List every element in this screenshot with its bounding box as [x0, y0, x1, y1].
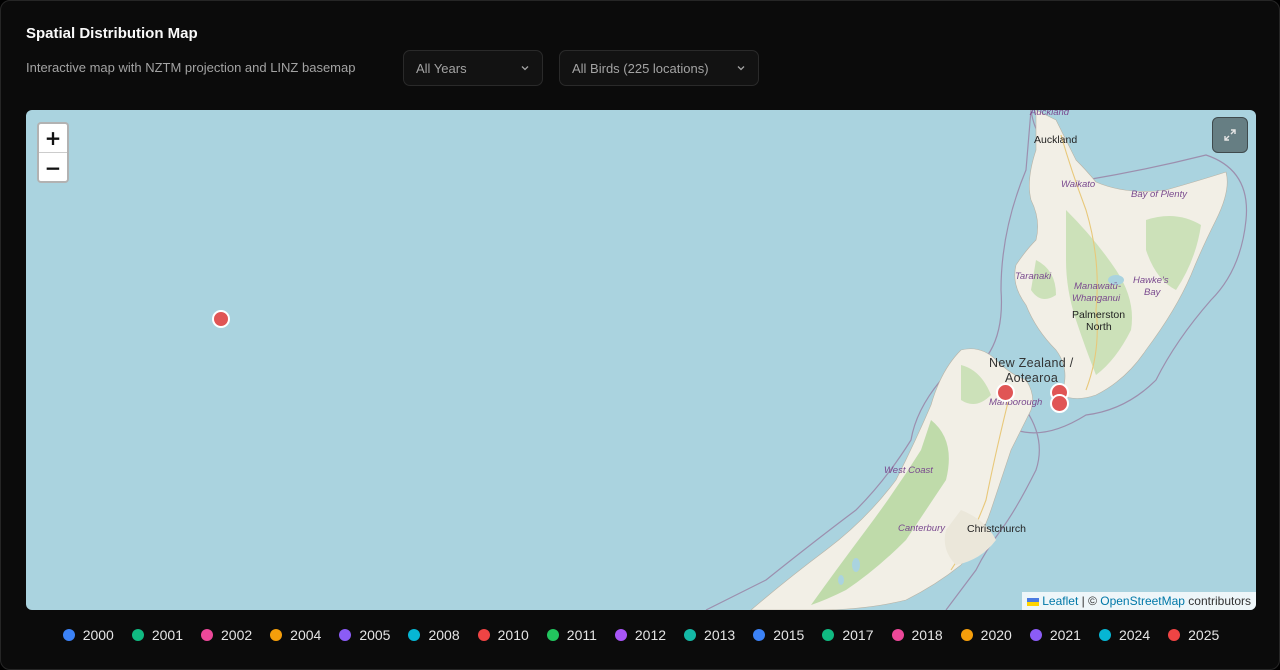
legend-dot: [684, 629, 697, 641]
legend-dot: [1098, 629, 1111, 641]
map-label-manawatu-1: Manawatū-: [1074, 281, 1121, 292]
map-label-waikato: Waikato: [1061, 179, 1096, 190]
legend-label: 2013: [704, 627, 736, 643]
observation-point[interactable]: [996, 383, 1015, 402]
legend-dot: [408, 629, 421, 641]
legend-label: 2017: [842, 627, 874, 643]
map-label-hawkes-bay-2: Bay: [1144, 287, 1161, 298]
legend-dot: [201, 629, 213, 641]
legend-dot: [1168, 629, 1181, 641]
legend-dot: [753, 629, 766, 641]
legend-label: 2010: [497, 627, 529, 643]
openstreetmap-link[interactable]: OpenStreetMap: [1100, 594, 1185, 608]
legend-item: 2020: [960, 627, 1012, 643]
legend-label: 2001: [151, 627, 183, 643]
fullscreen-button[interactable]: [1212, 117, 1248, 153]
legend-item: 2013: [684, 627, 735, 643]
legend-item: 2015: [753, 627, 804, 643]
page-title: Spatial Distribution Map: [26, 25, 198, 42]
attribution-contributors: contributors: [1184, 594, 1251, 608]
legend-label: 2020: [980, 627, 1012, 643]
legend-item: 2021: [1029, 627, 1081, 643]
legend-dot: [822, 629, 835, 641]
legend-item: 2010: [477, 627, 529, 643]
legend-dot: [270, 629, 283, 641]
map-label-marlborough: Marlborough: [989, 397, 1043, 408]
zoom-control: + −: [37, 122, 69, 183]
legend-dot: [339, 629, 352, 641]
legend-label: 2002: [221, 627, 253, 643]
ukraine-flag-icon: [1027, 598, 1040, 606]
map-label-taranaki: Taranaki: [1015, 271, 1052, 282]
legend-dot: [62, 629, 75, 641]
legend-label: 2005: [359, 627, 391, 643]
map-label-palmerston-north-1: Palmerston: [1072, 309, 1126, 321]
legend-dot: [131, 629, 144, 641]
legend-dot: [477, 629, 490, 641]
map-label-palmerston-north-2: North: [1086, 321, 1112, 333]
legend-label: 2015: [773, 627, 805, 643]
year-filter-value: All Years: [416, 60, 467, 76]
map-label-hawkes-bay-1: Hawke's: [1133, 275, 1169, 286]
map-subtitle: Interactive map with NZTM projection and…: [26, 60, 356, 75]
map-label-nz-1: New Zealand /: [989, 356, 1074, 370]
legend-item: 2025: [1168, 627, 1219, 643]
legend-item: 2000: [62, 627, 114, 643]
legend-item: 2017: [822, 627, 874, 643]
map-label-auckland-region: Auckland: [1030, 110, 1070, 118]
legend-item: 2012: [614, 627, 667, 643]
legend-item: 2008: [408, 627, 460, 643]
chevron-down-icon: [737, 66, 745, 71]
legend-item: 2018: [891, 627, 943, 643]
year-filter-select[interactable]: All Years: [403, 50, 543, 86]
legend-label: 2011: [566, 627, 597, 643]
legend-label: 2018: [911, 627, 943, 643]
expand-icon: [1224, 129, 1236, 141]
map-label-nz-2: Aotearoa: [1005, 371, 1059, 385]
legend-label: 2000: [82, 627, 114, 643]
legend-item: 2005: [339, 627, 390, 643]
legend-item: 2002: [201, 627, 252, 643]
legend-dot: [960, 629, 973, 641]
legend-item: 2024: [1098, 627, 1151, 643]
map-label-bay-of-plenty: Bay of Plenty: [1131, 189, 1187, 200]
legend-item: 2004: [270, 627, 321, 643]
chevron-down-icon: [521, 66, 529, 71]
observation-point[interactable]: [1050, 394, 1069, 413]
map-label-christchurch: Christchurch: [967, 523, 1026, 535]
zoom-in-button[interactable]: +: [39, 124, 67, 153]
map-label-west-coast: West Coast: [884, 465, 933, 476]
attribution-separator: | ©: [1078, 594, 1101, 608]
legend-label: 2021: [1049, 627, 1081, 643]
legend-dot: [891, 629, 904, 641]
map-card: Spatial Distribution Map Interactive map…: [0, 0, 1280, 670]
legend-label: 2008: [428, 627, 460, 643]
zoom-out-button[interactable]: −: [39, 153, 67, 181]
map-label-auckland: Auckland: [1034, 134, 1078, 146]
legend-label: 2004: [290, 627, 322, 643]
year-legend: 2000 2001 2002 2004 2005 2008 2010 2011 2012 2013…: [1, 627, 1280, 643]
map-viewport[interactable]: Auckland Auckland Waikato Bay of Plenty …: [26, 110, 1256, 610]
legend-dot: [546, 629, 559, 641]
legend-dot: [1029, 629, 1042, 641]
map-attribution: Leaflet | © OpenStreetMap contributors: [1022, 592, 1256, 610]
legend-item: 2001: [131, 627, 183, 643]
legend-dot: [614, 629, 627, 641]
bird-filter-select[interactable]: All Birds (225 locations): [559, 50, 759, 86]
leaflet-link[interactable]: Leaflet: [1042, 594, 1078, 608]
map-label-canterbury: Canterbury: [898, 523, 945, 534]
legend-label: 2024: [1118, 627, 1151, 643]
bird-filter-value: All Birds (225 locations): [572, 60, 709, 76]
observation-point[interactable]: [212, 310, 230, 328]
legend-label: 2012: [634, 627, 667, 643]
map-label-manawatu-2: Whanganui: [1072, 293, 1121, 304]
legend-label: 2025: [1188, 627, 1220, 643]
legend-item: 2011: [546, 627, 597, 643]
